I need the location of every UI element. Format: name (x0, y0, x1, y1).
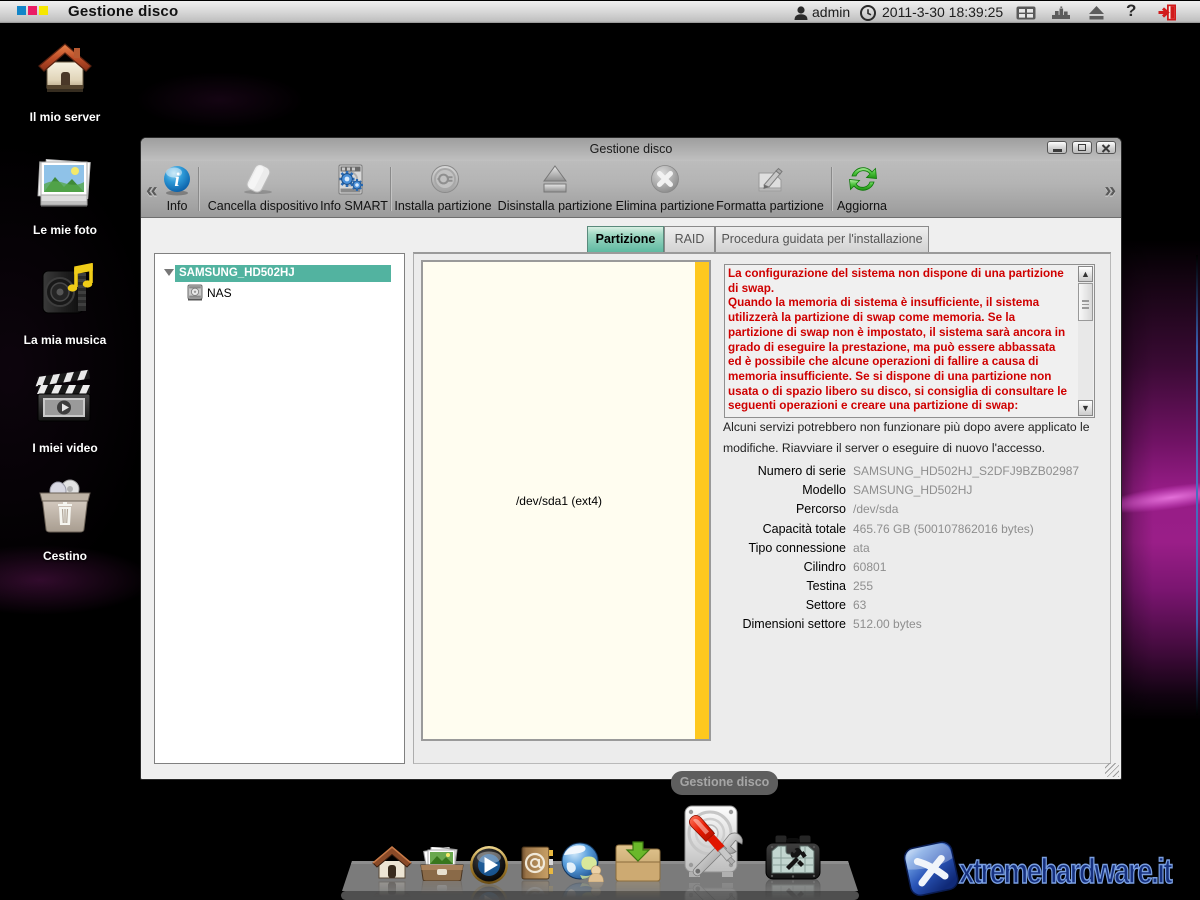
svg-text:i: i (174, 170, 180, 191)
svg-text:xtremehardware.it: xtremehardware.it (959, 852, 1173, 891)
